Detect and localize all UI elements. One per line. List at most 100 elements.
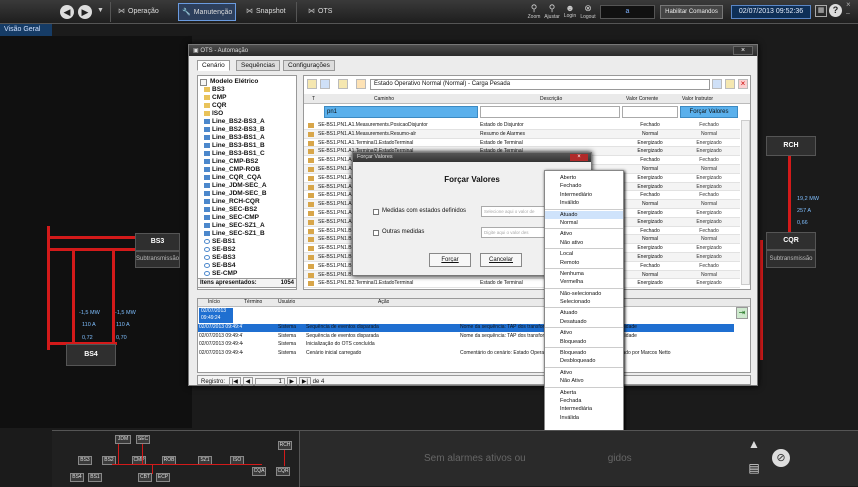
tree-item[interactable]: Line_BS2-BS3_B [198,126,296,134]
alarm-list-icon[interactable]: ▤ [747,461,761,475]
folder-open-icon[interactable] [307,79,317,89]
dropdown-option[interactable]: Não Ativo [545,377,623,385]
tree-item[interactable]: Line_SEC-SZ1_B [198,230,296,238]
dropdown-option[interactable]: Fechada [545,397,623,405]
minimize-icon[interactable]: – [846,10,850,17]
opt2-input[interactable]: Digite aqui o valor des [481,227,551,238]
tree-item[interactable]: Line_BS3-BS1_A [198,134,296,142]
dropdown-option[interactable]: Inválida [545,414,623,422]
nav-operacao[interactable]: ⋈ Operação [118,7,159,16]
habilitar-comandos-button[interactable]: Habilitar Comandos [660,5,723,19]
open-icon[interactable] [725,79,735,89]
dropdown-option[interactable]: Atuado [545,309,623,317]
dropdown-option[interactable]: Ativo [545,230,623,238]
tree-root[interactable]: Modelo Elétrico [198,78,296,86]
filter-descricao-input[interactable] [480,106,620,118]
tree-item[interactable]: Line_JDM-SEC_A [198,182,296,190]
tree-item[interactable]: Line_JDM-SEC_B [198,190,296,198]
home-icon[interactable] [356,79,366,89]
dropdown-option[interactable]: Desatuado [545,318,623,326]
dropdown-option[interactable]: Nenhuma [545,270,623,278]
dropdown-option[interactable]: Inválido [545,199,623,207]
zoom-button[interactable]: ⚲ Zoom [527,3,541,21]
mini-substation[interactable]: CQA [252,467,266,476]
tree-item[interactable]: SE-BS1 [198,238,296,246]
nav-manutencao[interactable]: 🔧 Manutenção [178,3,237,21]
tree-item[interactable]: SE-CMP [198,270,296,278]
logout-button[interactable]: ⊗ Logout [580,3,596,21]
tab-configuracoes[interactable]: Configurações [283,60,335,71]
tree-item[interactable]: CQR [198,102,296,110]
tree-item[interactable]: Line_CMP-ROB [198,166,296,174]
first-record-button[interactable]: |◀ [228,377,241,386]
dropdown-option[interactable]: Aberta [545,389,623,397]
grid-scrollbar[interactable] [741,120,750,285]
last-record-button[interactable]: ▶| [298,377,311,386]
value-dropdown-list[interactable]: Aberto Fechado Intermediário Inválido Atuado… [544,170,624,466]
tree-item[interactable]: Line_CMP-BS2 [198,158,296,166]
ajustar-button[interactable]: ⚲ Ajustar [544,3,560,21]
tab-visao-geral[interactable]: Visão Geral [0,24,52,36]
mini-substation[interactable]: BS3 [78,456,92,465]
tab-sequencias[interactable]: Sequências [236,60,280,71]
cancelar-button[interactable]: Cancelar [480,253,522,267]
dropdown-option[interactable]: Fechado [545,182,623,190]
dropdown-option[interactable]: Vermelha [545,278,623,286]
tree-item[interactable]: Line_RCH-CQR [198,198,296,206]
next-record-button[interactable]: ▶ [286,377,298,386]
close-icon[interactable]: × [846,0,851,9]
tree-item[interactable]: Line_BS3-BS1_B [198,142,296,150]
substation-bs3[interactable]: BS3 [135,233,180,251]
tree-item[interactable]: Line_CQR_CQA [198,174,296,182]
mute-alarm-icon[interactable]: ⊘ [772,449,790,467]
fv-close-button[interactable]: × [570,154,588,161]
mini-substation[interactable]: CBT [138,473,152,482]
mini-substation[interactable]: BS1 [88,473,102,482]
refresh-icon[interactable] [320,79,330,89]
delete-icon[interactable]: × [738,79,748,89]
substation-cqr[interactable]: CQR [766,232,816,250]
tree-item[interactable]: SE-BS2 [198,246,296,254]
dropdown-option[interactable]: Atuado [545,210,623,219]
login-button[interactable]: ☻ Login [563,3,577,21]
dropdown-option[interactable]: Intermediária [545,405,623,413]
dropdown-option[interactable]: Bloqueado [545,338,623,346]
mini-substation[interactable]: BS4 [70,473,84,482]
nav-snapshot[interactable]: ⋈ Snapshot [246,7,286,16]
tree-item[interactable]: Line_SEC-SZ1_A [198,222,296,230]
mini-substation[interactable]: JDM [115,435,131,444]
dropdown-option[interactable]: Normal [545,219,623,227]
tree-item[interactable]: SE-BS3 [198,254,296,262]
history-dropdown-icon[interactable]: ▼ [97,7,104,14]
element-tree[interactable]: Modelo Elétrico BS3 CMP CQR ISO Line_BS2-BS3… [197,75,297,290]
dropdown-option[interactable]: Não ativo [545,239,623,247]
dropdown-option[interactable]: Desbloqueado [545,357,623,365]
tree-item[interactable]: CMP [198,94,296,102]
mini-substation[interactable]: RCH [278,441,292,450]
dropdown-option[interactable]: Não-selecionado [545,290,623,298]
mini-substation[interactable]: SEC [136,435,150,444]
nav-ots[interactable]: ⋈ OTS [308,7,332,16]
dropdown-option[interactable]: Bloqueado [545,349,623,357]
help-icon[interactable]: ? [829,4,842,17]
export-icon[interactable]: ⇥ [736,307,748,319]
prev-record-button[interactable]: ◀ [242,377,254,386]
substation-rch[interactable]: RCH [766,136,816,156]
dropdown-option[interactable]: Ativo [545,369,623,377]
back-icon[interactable]: ◀ [60,5,74,19]
calculator-icon[interactable]: ▦ [815,5,827,17]
tree-item[interactable]: Line_BS3-BS1_C [198,150,296,158]
alarm-warning-icon[interactable]: ▲ [747,437,761,451]
forcar-valores-button[interactable]: Forçar Valores [680,106,738,118]
edit-icon[interactable] [338,79,348,89]
dropdown-option[interactable]: Ativo [545,329,623,337]
filter-caminho-input[interactable]: pn1 [324,106,478,118]
record-input[interactable]: 1 [254,378,285,386]
forward-icon[interactable]: ▶ [78,5,92,19]
filter-valor-input[interactable] [622,106,678,118]
tab-cenario[interactable]: Cenário [197,60,230,71]
tree-item[interactable]: Line_BS2-BS3_A [198,118,296,126]
dropdown-option[interactable]: Local [545,250,623,258]
window-close-button[interactable]: × [733,46,753,55]
tree-item[interactable]: ISO [198,110,296,118]
